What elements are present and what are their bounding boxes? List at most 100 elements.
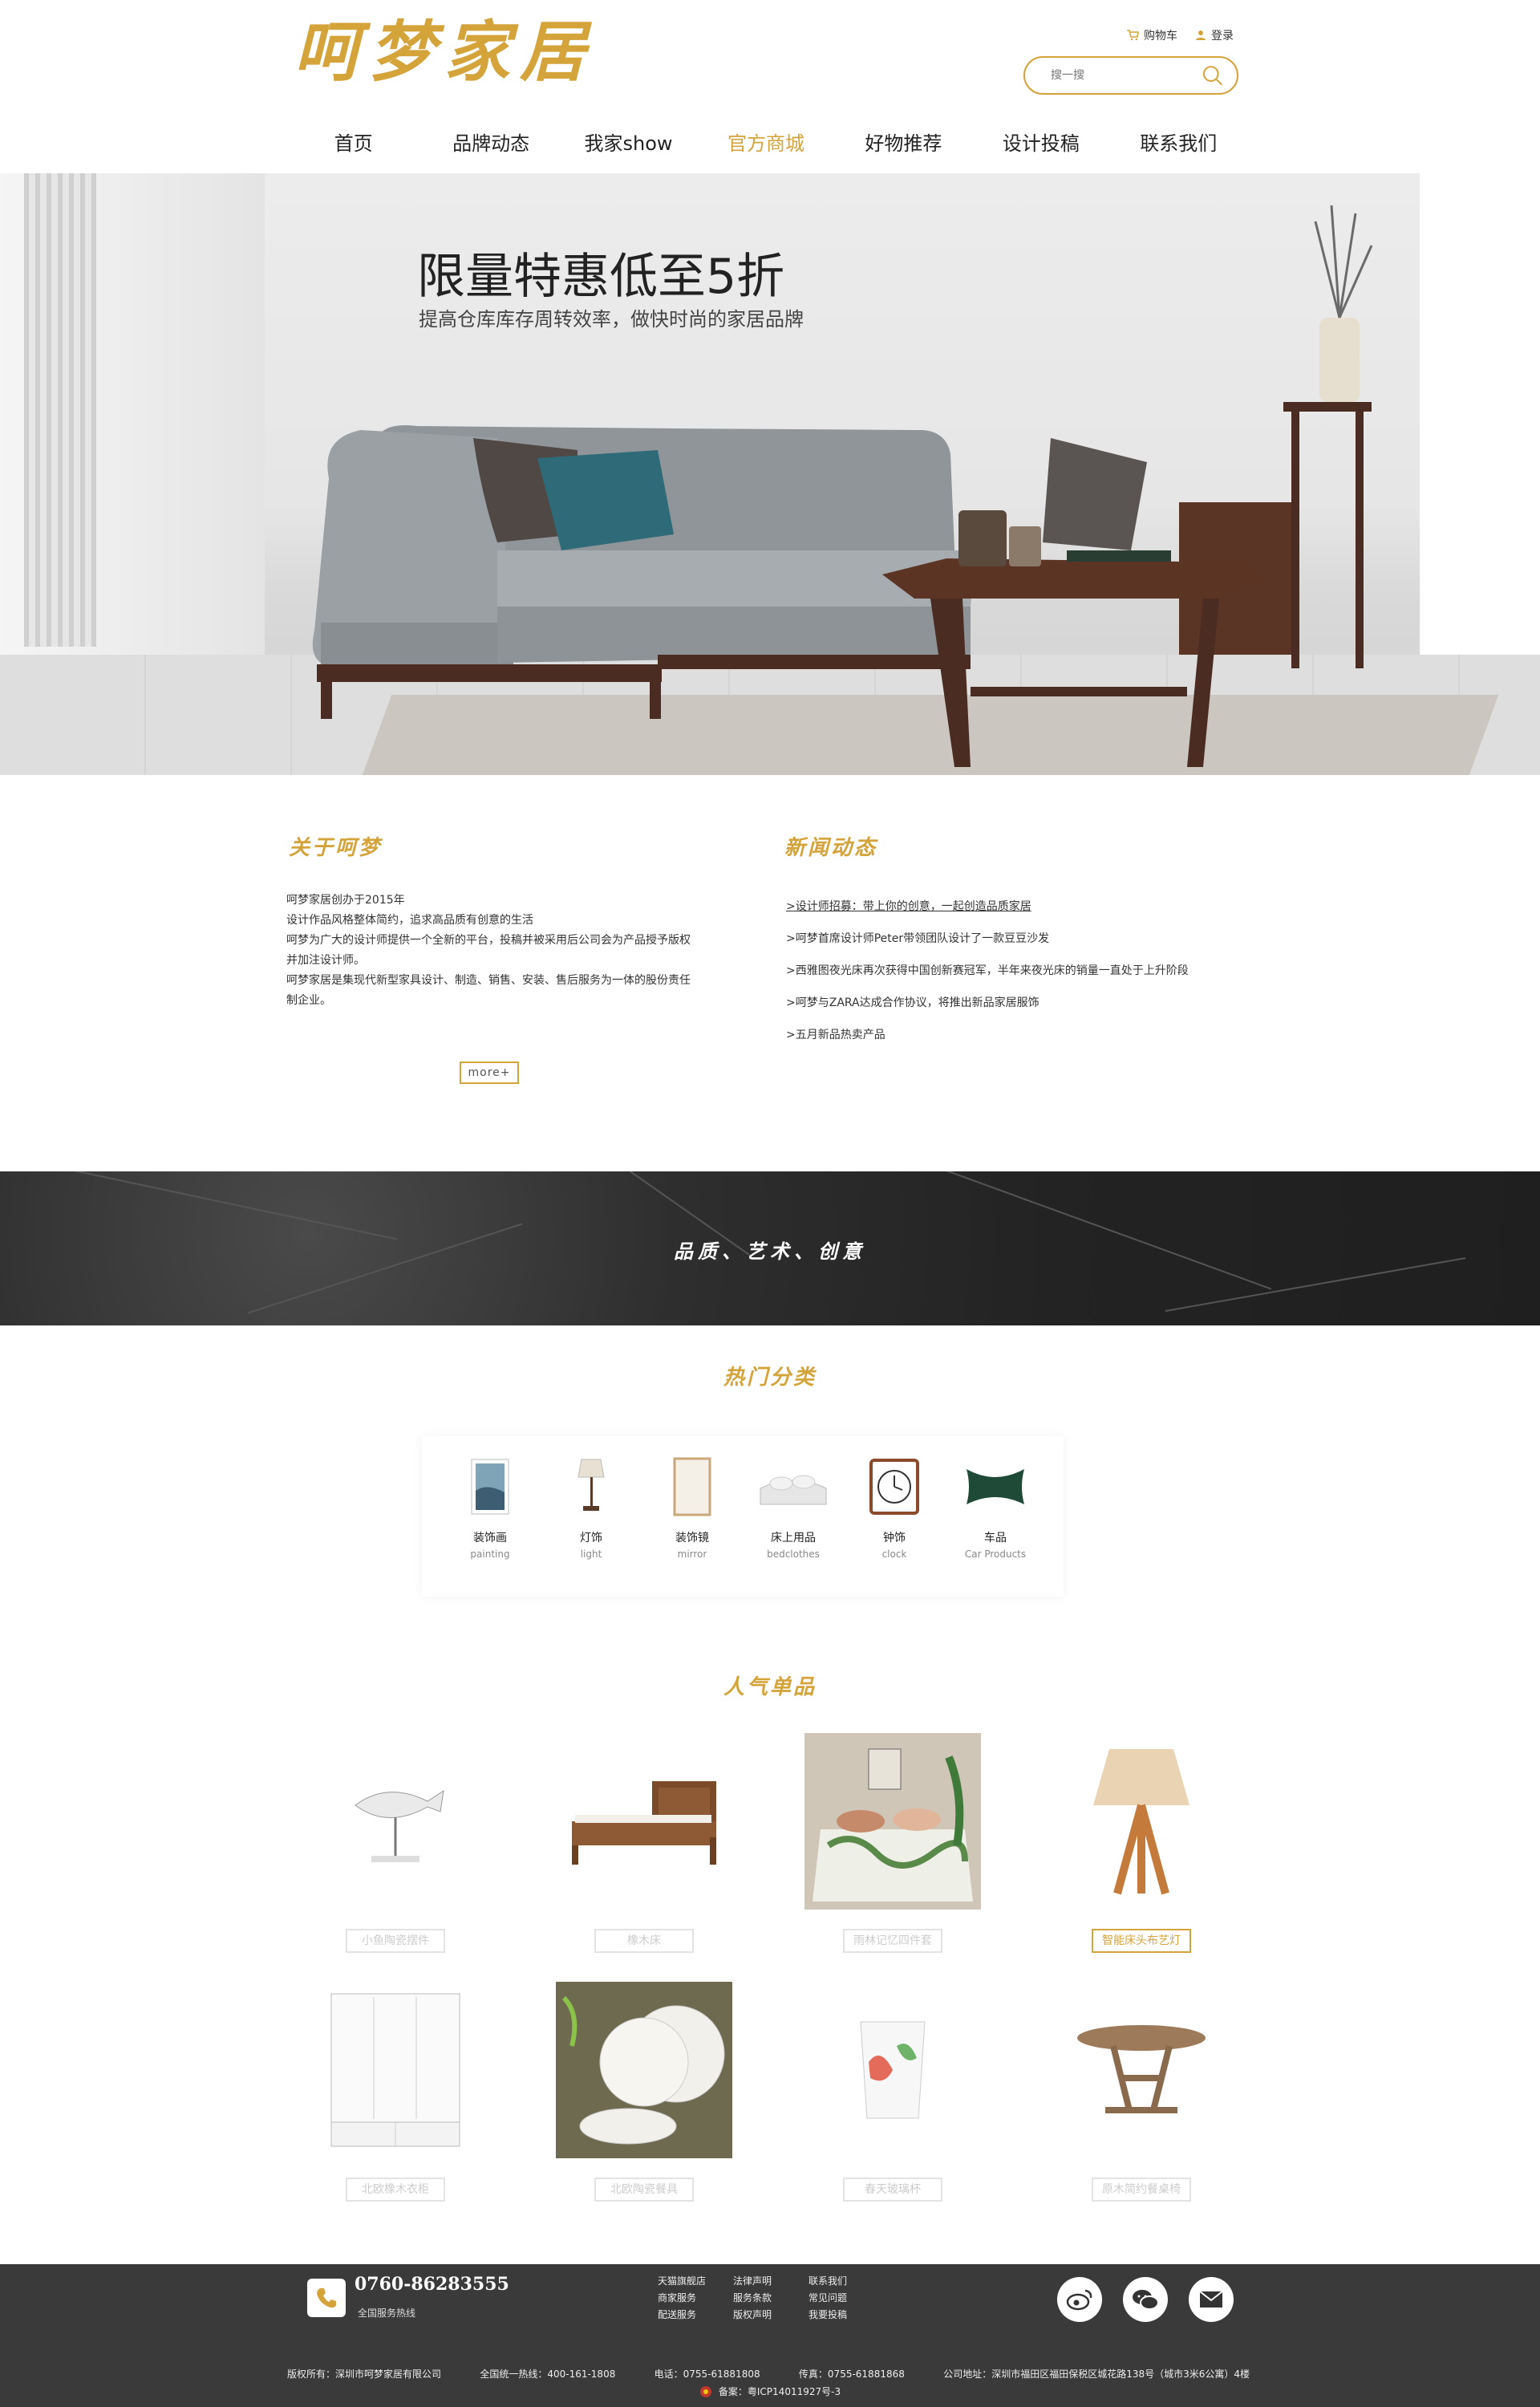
footer-copyright: 版权所有：深圳市呵梦家居有限公司 bbox=[287, 2368, 442, 2380]
product-label: 春天玻璃杯 bbox=[843, 2178, 942, 2202]
footer-phone[interactable]: 0760-86283555 bbox=[355, 2274, 509, 2295]
category-row: 装饰画 painting 灯饰 light 装饰镜 mirror 床上用品 be… bbox=[422, 1436, 1064, 1597]
tableware-icon bbox=[556, 1982, 732, 2158]
lamp-icon bbox=[578, 1459, 605, 1511]
category-bedclothes[interactable]: 床上用品 bedclothes bbox=[749, 1452, 837, 1581]
footer-link[interactable]: 法律声明 bbox=[733, 2274, 808, 2287]
news-item[interactable]: >五月新品热卖产品 bbox=[786, 1019, 1267, 1051]
weibo-icon[interactable] bbox=[1057, 2277, 1102, 2322]
footer-link[interactable]: 商家服务 bbox=[658, 2291, 733, 2304]
police-badge-icon bbox=[699, 2385, 711, 2397]
more-button[interactable]: more+ bbox=[460, 1061, 519, 1084]
mail-icon[interactable] bbox=[1189, 2277, 1234, 2322]
category-sublabel: mirror bbox=[677, 1549, 707, 1560]
category-car-products[interactable]: 车品 Car Products bbox=[951, 1452, 1040, 1581]
band-texture bbox=[894, 1171, 1272, 1290]
category-mirror[interactable]: 装饰镜 mirror bbox=[648, 1452, 736, 1581]
nav-contact[interactable]: 联系我们 bbox=[1110, 125, 1247, 162]
category-label: 钟饰 bbox=[883, 1532, 906, 1544]
category-sublabel: Car Products bbox=[964, 1549, 1027, 1560]
footer-info: 版权所有：深圳市呵梦家居有限公司 全国统一热线：400-161-1808 电话：… bbox=[287, 2367, 1250, 2381]
cart-link[interactable]: 购物车 bbox=[1126, 27, 1177, 43]
category-sublabel: painting bbox=[470, 1549, 510, 1560]
clock-icon bbox=[869, 1459, 919, 1515]
footer-links: 天猫旗舰店 法律声明 联系我们 商家服务 服务条款 常见问题 配送服务 版权声明… bbox=[658, 2274, 884, 2321]
product-label: 雨林记忆四件套 bbox=[843, 1929, 942, 1953]
product-card[interactable]: 橡木床 bbox=[552, 1733, 736, 1953]
bedding-icon bbox=[760, 1475, 827, 1505]
footer-link[interactable]: 常见问题 bbox=[808, 2291, 884, 2304]
band-slogan: 品质、艺术、创意 bbox=[674, 1240, 866, 1263]
product-card[interactable]: 北欧陶瓷餐具 bbox=[552, 1982, 736, 2202]
about-line: 设计作品风格整体简约，追求高品质有创意的生活 bbox=[286, 914, 533, 927]
painting-icon bbox=[471, 1459, 509, 1515]
product-card[interactable]: 春天玻璃杯 bbox=[800, 1982, 985, 2202]
bedding-set-icon bbox=[804, 1733, 981, 1910]
wechat-icon[interactable] bbox=[1123, 2277, 1168, 2322]
product-card[interactable]: 智能床头布艺灯 bbox=[1049, 1733, 1234, 1953]
news-title: 新闻动态 bbox=[784, 836, 878, 860]
icp-label[interactable]: 备案：粤ICP14011927号-3 bbox=[719, 2385, 841, 2398]
news-item[interactable]: >呵梦与ZARA达成合作协议，将推出新品家居服饰 bbox=[786, 987, 1267, 1019]
news-list: >设计师招募：带上你的创意，一起创造品质家居 >呵梦首席设计师Peter带领团队… bbox=[786, 891, 1267, 1051]
nav-design-submit[interactable]: 设计投稿 bbox=[972, 125, 1109, 162]
nav-recommend[interactable]: 好物推荐 bbox=[835, 125, 972, 162]
product-card[interactable]: 原木简约餐桌椅 bbox=[1049, 1982, 1234, 2202]
news-item[interactable]: >设计师招募：带上你的创意，一起创造品质家居 bbox=[786, 891, 1267, 923]
category-clock[interactable]: 钟饰 clock bbox=[850, 1452, 938, 1581]
about-line: 呵梦为广大的设计师提供一个全新的平台，投稿并被采用后公司会为产品授予版权 bbox=[286, 934, 691, 947]
category-painting[interactable]: 装饰画 painting bbox=[446, 1452, 534, 1581]
banner-subtitle: 提高仓库库存周转效率，做快时尚的家居品牌 bbox=[419, 308, 804, 331]
category-sublabel: clock bbox=[881, 1549, 907, 1560]
product-label: 橡木床 bbox=[594, 1929, 694, 1953]
footer-hotline: 全国统一热线：400-161-1808 bbox=[480, 2368, 616, 2380]
categories-title: 热门分类 bbox=[723, 1366, 817, 1390]
nav-my-home-show[interactable]: 我家show bbox=[560, 125, 697, 162]
footer-address: 公司地址：深圳市福田区福田保税区城花路138号（城市3米6公寓）4楼 bbox=[943, 2368, 1250, 2380]
news-item[interactable]: >呵梦首席设计师Peter带领团队设计了一款豆豆沙发 bbox=[786, 923, 1267, 955]
category-sublabel: bedclothes bbox=[767, 1549, 820, 1560]
search-box bbox=[1023, 56, 1238, 95]
car-pillow-icon bbox=[967, 1469, 1024, 1504]
fish-ornament-icon bbox=[355, 1789, 444, 1862]
category-label: 车品 bbox=[984, 1532, 1007, 1544]
dining-table-icon bbox=[1077, 2025, 1206, 2113]
footer-link[interactable]: 服务条款 bbox=[733, 2291, 808, 2304]
category-label: 灯饰 bbox=[580, 1532, 602, 1544]
mirror-icon bbox=[673, 1457, 711, 1516]
nav-brand-news[interactable]: 品牌动态 bbox=[422, 125, 559, 162]
category-light[interactable]: 灯饰 light bbox=[547, 1452, 635, 1581]
product-label: 原木简约餐桌椅 bbox=[1092, 2178, 1191, 2202]
site-logo[interactable]: 呵梦家居 bbox=[294, 8, 595, 96]
table-lamp-icon bbox=[1093, 1749, 1189, 1895]
nav-official-store[interactable]: 官方商城 bbox=[697, 125, 834, 162]
product-card[interactable]: 北欧橡木衣柜 bbox=[303, 1982, 488, 2202]
cart-label: 购物车 bbox=[1144, 30, 1177, 43]
category-label: 床上用品 bbox=[771, 1532, 816, 1544]
product-card[interactable]: 雨林记忆四件套 bbox=[800, 1733, 985, 1953]
search-input[interactable] bbox=[1051, 69, 1201, 82]
footer-link[interactable]: 天猫旗舰店 bbox=[658, 2274, 733, 2287]
product-card[interactable]: 小鱼陶瓷摆件 bbox=[303, 1733, 488, 1953]
about-line: 并加注设计师。 bbox=[286, 954, 365, 967]
product-label: 智能床头布艺灯 bbox=[1092, 1929, 1191, 1953]
login-link[interactable]: 登录 bbox=[1195, 27, 1234, 43]
search-icon[interactable] bbox=[1201, 63, 1224, 87]
footer-link[interactable]: 版权声明 bbox=[733, 2308, 808, 2321]
nav-home[interactable]: 首页 bbox=[285, 125, 422, 162]
hero-banner[interactable]: 限量特惠低至5折 提高仓库库存周转效率，做快时尚的家居品牌 bbox=[0, 173, 1540, 775]
product-label: 北欧陶瓷餐具 bbox=[594, 2178, 694, 2202]
news-item[interactable]: >西雅图夜光床再次获得中国创新赛冠军，半年来夜光床的销量一直处于上升阶段 bbox=[786, 955, 1267, 987]
footer-link[interactable]: 配送服务 bbox=[658, 2308, 733, 2321]
category-label: 装饰镜 bbox=[675, 1532, 709, 1544]
product-label: 北欧橡木衣柜 bbox=[346, 2178, 445, 2202]
product-label: 小鱼陶瓷摆件 bbox=[346, 1929, 445, 1953]
user-icon bbox=[1196, 30, 1206, 40]
products-title: 人气单品 bbox=[723, 1675, 817, 1699]
footer-link[interactable]: 联系我们 bbox=[808, 2274, 884, 2287]
oak-bed-icon bbox=[572, 1781, 716, 1865]
footer-link[interactable]: 我要投稿 bbox=[808, 2308, 884, 2321]
category-label: 装饰画 bbox=[473, 1532, 507, 1544]
band-texture bbox=[67, 1171, 398, 1240]
cart-icon bbox=[1127, 30, 1139, 41]
